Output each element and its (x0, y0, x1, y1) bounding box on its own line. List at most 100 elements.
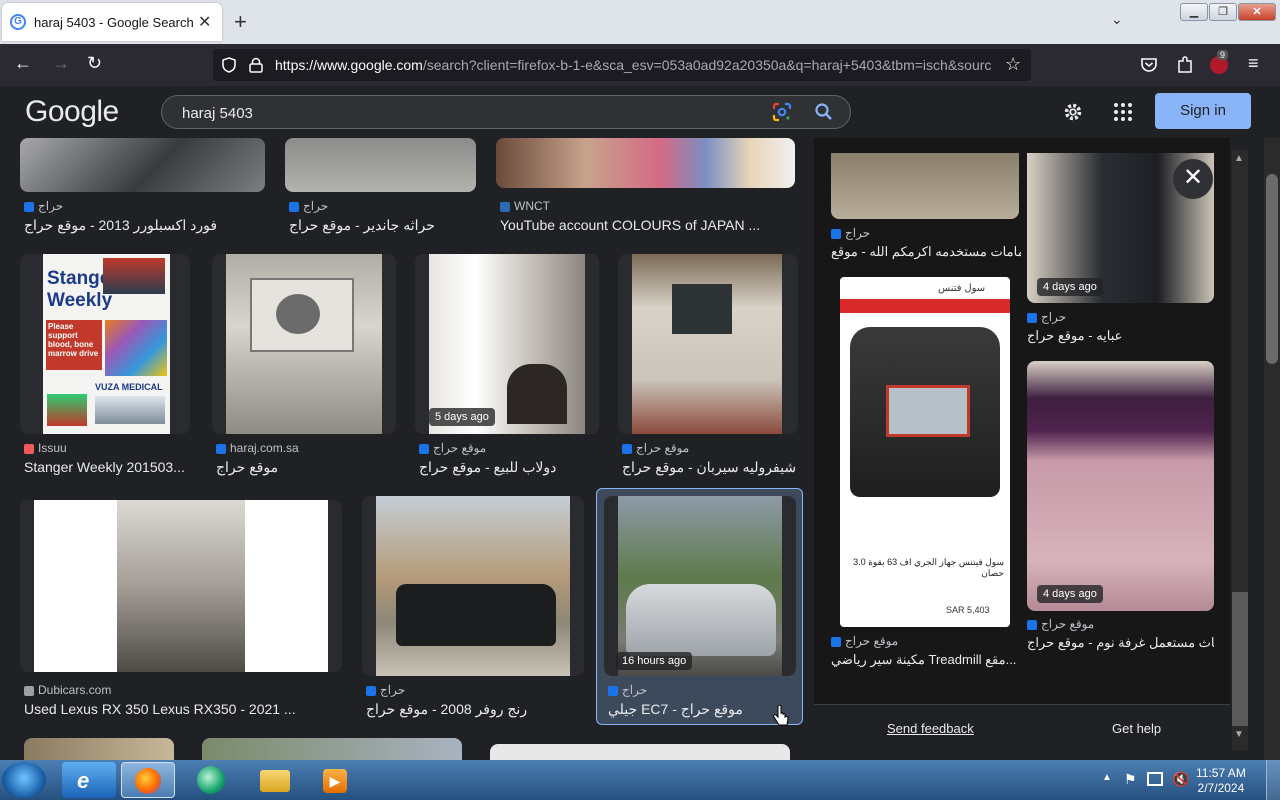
result-caption[interactable]: Used Lexus RX 350 Lexus RX350 - 2021 ... (24, 701, 344, 717)
media-player-icon[interactable]: ▶ (310, 762, 364, 798)
panel-source[interactable]: موقع حراج (831, 634, 898, 648)
close-window-icon[interactable]: ✕ (1238, 3, 1276, 21)
browser-navbar: ← → ↻ https://www.google.com/search?clie… (0, 44, 1280, 86)
result-image-partial[interactable] (24, 738, 174, 760)
page-scrollbar-thumb[interactable] (1266, 174, 1278, 364)
product-price: SAR 5,403 (946, 605, 990, 615)
action-center-flag-icon[interactable]: ⚑ (1124, 771, 1137, 788)
panel-caption[interactable]: حمامات مستخدمه اكرمكم الله - موقع ... (831, 244, 1021, 260)
panel-image-toilets[interactable] (831, 153, 1019, 219)
result-source[interactable]: موقع حراج (622, 441, 689, 455)
result-image-colours-of-japan[interactable] (496, 138, 795, 188)
result-image-harrow[interactable] (285, 138, 476, 192)
haraj-favicon-icon (289, 201, 299, 212)
list-all-tabs-chevron-icon[interactable]: ⌄ (1111, 11, 1123, 28)
panel-source[interactable]: حراج (831, 226, 870, 240)
result-image-ford-explorer[interactable] (20, 138, 265, 192)
network-icon[interactable] (1147, 772, 1163, 786)
panel-caption[interactable]: عبايه - موقع حراج (1027, 328, 1214, 344)
result-source[interactable]: Issuu (24, 441, 67, 455)
pocket-icon[interactable] (1140, 56, 1158, 74)
new-tab-icon[interactable]: + (234, 9, 247, 35)
result-image-partial[interactable] (490, 744, 790, 760)
result-source[interactable]: حراج (289, 199, 328, 213)
result-caption[interactable]: فورد اكسبلورر 2013 - موقع حراج (24, 217, 264, 234)
url-bar[interactable]: https://www.google.com/search?client=fir… (213, 49, 1031, 81)
result-image-stanger-weekly[interactable]: Stanger Weekly Please support blood, bon… (20, 254, 190, 434)
tab-google-search[interactable]: G haraj 5403 - Google Search ✕ (2, 3, 222, 41)
result-caption[interactable]: شيفروليه سيربان - موقع حراج (622, 459, 798, 476)
google-lens-icon[interactable] (772, 102, 792, 122)
internet-explorer-icon[interactable]: e (62, 762, 116, 798)
result-source[interactable]: حراج (608, 683, 647, 697)
panel-image-bedroom[interactable]: 4 days ago (1027, 361, 1214, 611)
panel-source[interactable]: موقع حراج (1027, 617, 1094, 631)
url-text[interactable]: https://www.google.com/search?client=fir… (275, 57, 995, 73)
google-apps-grid-icon[interactable] (1113, 102, 1133, 122)
haraj-favicon-icon (1027, 312, 1037, 323)
result-image-treadmill-box[interactable] (212, 254, 396, 434)
volume-muted-icon[interactable]: 🔇 (1172, 771, 1189, 788)
result-image-chevrolet-suburban[interactable] (618, 254, 798, 434)
reload-icon[interactable]: ↻ (87, 53, 102, 74)
bookmark-star-icon[interactable]: ☆ (1005, 54, 1021, 75)
search-input[interactable] (180, 102, 744, 124)
panel-caption[interactable]: مكينة سير رياضي Treadmill مقع... (831, 652, 1021, 668)
result-caption[interactable]: YouTube account COLOURS of JAPAN ... (500, 217, 795, 233)
get-help-link[interactable]: Get help (1112, 721, 1161, 736)
result-source[interactable]: haraj.com.sa (216, 441, 299, 455)
panel-scrollbar-thumb[interactable] (1232, 592, 1248, 726)
settings-gear-icon[interactable] (1062, 101, 1084, 123)
haraj-favicon-icon (622, 443, 632, 454)
result-caption[interactable]: حراثه جاندير - موقع حراج (289, 217, 479, 234)
search-box[interactable] (161, 95, 851, 129)
file-explorer-icon[interactable] (248, 762, 302, 798)
extension-badge: 9 (1217, 50, 1229, 60)
send-feedback-link[interactable]: Send feedback (887, 721, 974, 736)
result-caption[interactable]: جيلي EC7 - موقع حراج (608, 701, 798, 718)
google-logo[interactable]: Google (25, 95, 119, 129)
restore-window-icon[interactable]: ❐ (1209, 3, 1237, 21)
taskbar-clock[interactable]: 11:57 AM 2/7/2024 (1196, 766, 1246, 796)
firefox-icon[interactable] (121, 762, 175, 798)
search-icon[interactable] (814, 102, 834, 122)
sign-in-button[interactable]: Sign in (1155, 93, 1251, 129)
result-source[interactable]: حراج (366, 683, 405, 697)
poster-footer: VUZA MEDICAL (95, 382, 163, 392)
tab-close-icon[interactable]: ✕ (198, 12, 211, 32)
result-caption[interactable]: رنج روفر 2008 - موقع حراج (366, 701, 584, 718)
show-desktop-button[interactable] (1266, 760, 1280, 800)
result-caption[interactable]: Stanger Weekly 201503... (24, 459, 194, 475)
result-source[interactable]: Dubicars.com (24, 683, 111, 697)
result-source[interactable]: حراج (24, 199, 63, 213)
start-button-windows-icon[interactable] (2, 762, 46, 798)
forward-icon[interactable]: → (52, 53, 70, 74)
poster-text: Please support blood, bone marrow drive (46, 320, 102, 370)
time-badge: 4 days ago (1037, 278, 1103, 296)
result-image-partial[interactable] (202, 738, 462, 760)
minimize-window-icon[interactable]: ▁ (1180, 3, 1208, 21)
panel-source[interactable]: حراج (1027, 310, 1066, 324)
lock-icon[interactable] (249, 57, 263, 73)
show-hidden-icons-icon[interactable]: ▲ (1102, 772, 1112, 783)
result-image-wardrobe[interactable]: 5 days ago (415, 254, 599, 434)
close-panel-icon[interactable]: ✕ (1173, 159, 1213, 199)
result-image-range-rover[interactable] (362, 496, 584, 676)
issuu-favicon-icon (24, 443, 34, 454)
result-image-geely-ec7[interactable]: 16 hours ago (604, 496, 796, 676)
result-caption[interactable]: دولاب للبيع - موقع حراج (419, 459, 599, 476)
app-icon[interactable] (185, 762, 239, 798)
result-source[interactable]: موقع حراج (419, 441, 486, 455)
hamburger-menu-icon[interactable]: ≡ (1248, 53, 1259, 74)
extensions-puzzle-icon[interactable] (1176, 55, 1194, 75)
scroll-down-icon[interactable]: ▼ (1234, 729, 1244, 740)
result-source[interactable]: WNCT (500, 199, 550, 213)
scroll-up-icon[interactable]: ▲ (1234, 153, 1244, 164)
back-icon[interactable]: ← (14, 53, 32, 74)
product-title-text: سول فيتنس جهاز الجري اف 63 بقوة 3.0 حصان (853, 557, 1004, 578)
panel-image-treadmill[interactable]: سول فتنس سول فيتنس جهاز الجري اف 63 بقوة… (840, 277, 1010, 627)
panel-caption[interactable]: اثاث مستعمل غرفة نوم - موقع حراج (1027, 635, 1214, 651)
result-caption[interactable]: موقع حراج (216, 459, 396, 476)
result-image-lexus-rx350[interactable] (20, 500, 342, 672)
shield-icon[interactable] (221, 57, 237, 73)
